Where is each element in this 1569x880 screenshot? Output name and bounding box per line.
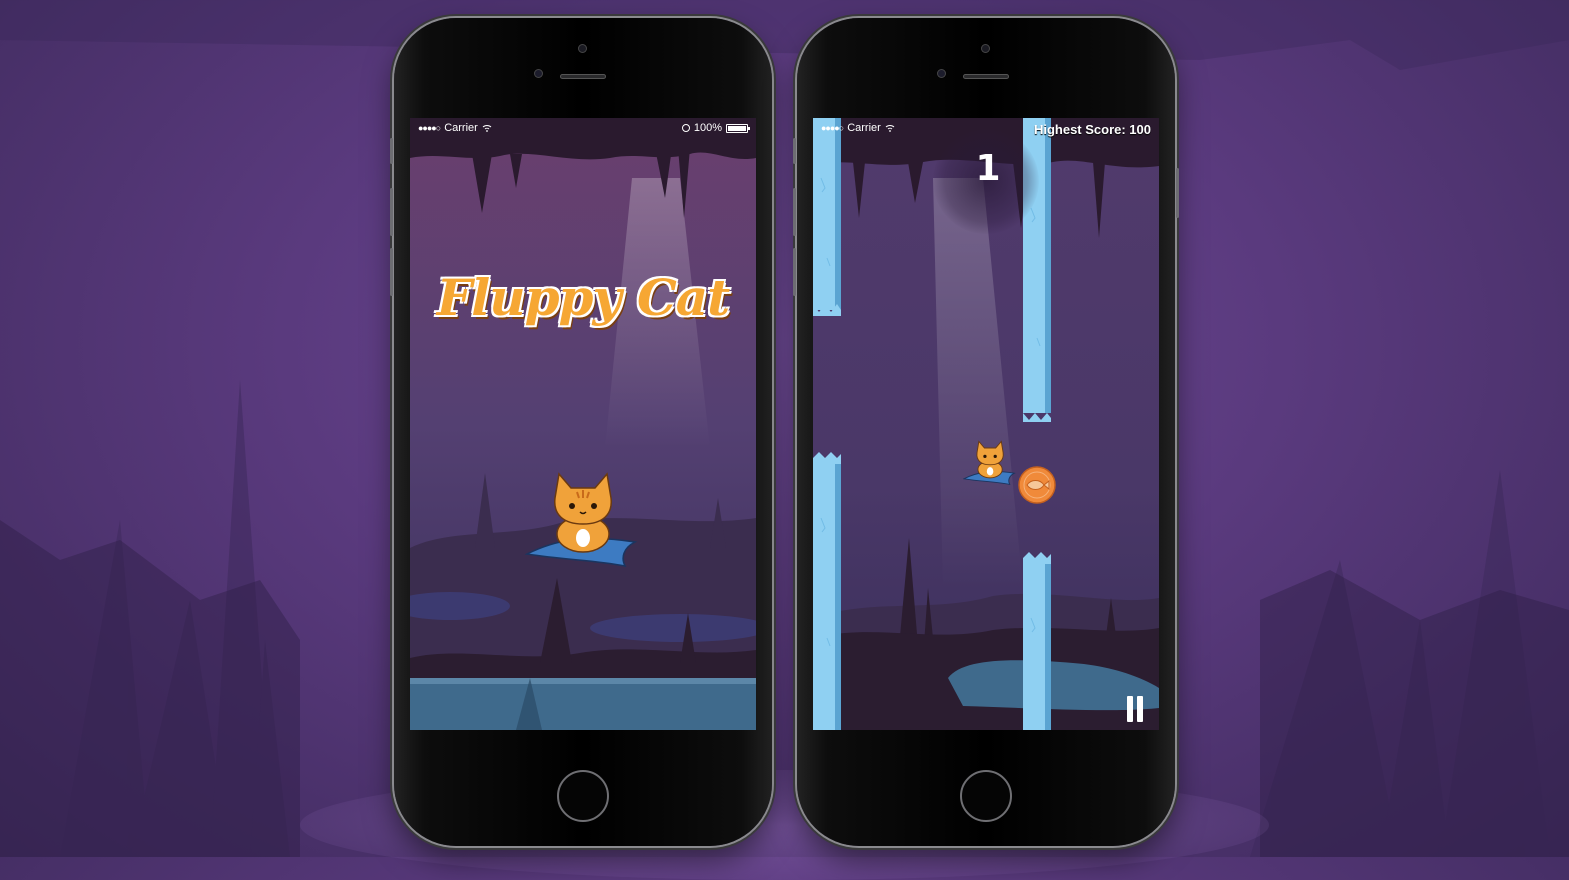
mute-switch xyxy=(793,138,796,164)
game-logo: Fluppy Cat xyxy=(436,268,731,327)
signal-dots-icon: ●●●●○ xyxy=(821,123,844,133)
cave-scene xyxy=(410,118,756,730)
power-button xyxy=(1176,168,1179,218)
front-camera xyxy=(534,69,543,78)
pipe-top-left xyxy=(813,118,841,316)
gameplay-screen[interactable]: ●●●●○ Carrier Highest Score: 100 1 xyxy=(813,118,1159,730)
mute-switch xyxy=(390,138,393,164)
carrier-label: Carrier xyxy=(847,122,881,134)
pipe-bottom-left xyxy=(813,452,841,730)
phone-title-screen: ●●●●○ Carrier 100% Fluppy Cat xyxy=(390,18,772,846)
earpiece-speaker xyxy=(963,74,1009,79)
background-scene xyxy=(0,0,1569,857)
signal-dots-icon: ●●●●○ xyxy=(418,123,441,133)
volume-up-button xyxy=(390,188,393,236)
status-bar: ●●●●○ Carrier 100% xyxy=(410,118,756,138)
volume-down-button xyxy=(390,248,393,296)
current-score: 1 xyxy=(975,148,1001,189)
title-screen[interactable]: ●●●●○ Carrier 100% Fluppy Cat xyxy=(410,118,756,730)
wifi-icon xyxy=(885,125,895,132)
home-button[interactable] xyxy=(960,770,1012,822)
home-button[interactable] xyxy=(557,770,609,822)
front-camera-top xyxy=(981,44,990,53)
cat-character-icon[interactable] xyxy=(525,468,645,568)
highest-score-label: Highest Score: 100 xyxy=(1033,122,1151,137)
wifi-icon xyxy=(482,125,492,132)
cat-character-icon[interactable] xyxy=(963,438,1019,486)
battery-percent: 100% xyxy=(693,122,722,134)
orientation-lock-icon xyxy=(681,124,690,132)
front-camera-top xyxy=(578,44,587,53)
pipe-bottom-right xyxy=(1023,552,1051,730)
pause-icon[interactable] xyxy=(1125,696,1145,722)
volume-up-button xyxy=(793,188,796,236)
carrier-label: Carrier xyxy=(444,122,478,134)
phone-gameplay-screen: ●●●●○ Carrier Highest Score: 100 1 xyxy=(793,18,1179,846)
earpiece-speaker xyxy=(560,74,606,79)
front-camera xyxy=(937,69,946,78)
battery-icon xyxy=(726,123,750,133)
volume-down-button xyxy=(793,248,796,296)
fish-coin-icon xyxy=(1018,466,1056,504)
